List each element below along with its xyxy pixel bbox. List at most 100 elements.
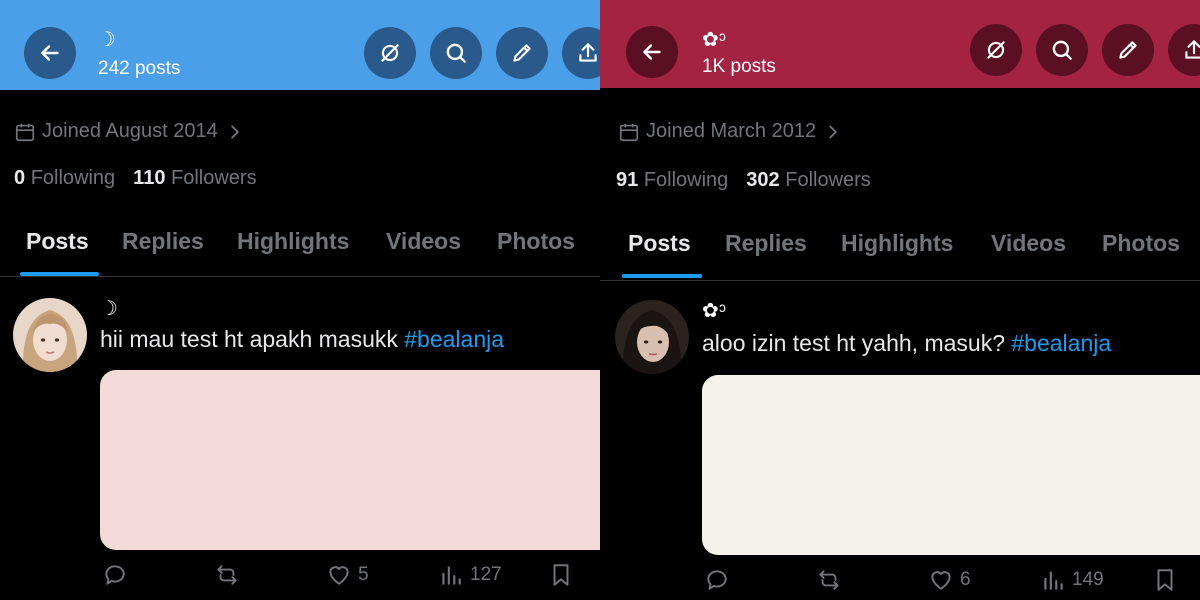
hashtag-link[interactable]: #bealanja xyxy=(1011,330,1111,356)
followers-count: 302 xyxy=(746,169,780,191)
share-icon xyxy=(1185,40,1200,59)
like-button[interactable]: 6 xyxy=(928,567,971,593)
back-button[interactable] xyxy=(626,26,678,78)
views-icon xyxy=(442,566,461,585)
profile-display-name: ☽ xyxy=(98,29,116,51)
search-button[interactable] xyxy=(430,27,482,79)
like-button[interactable]: 5 xyxy=(326,562,369,588)
tab-posts[interactable]: Posts xyxy=(628,230,691,257)
views-button[interactable]: 149 xyxy=(1040,567,1104,593)
views-button[interactable]: 127 xyxy=(438,562,502,588)
avatar[interactable] xyxy=(615,300,689,374)
reply-button[interactable] xyxy=(102,562,128,588)
avatar-image xyxy=(13,298,87,372)
followers-count: 110 xyxy=(133,167,166,189)
joined-date[interactable]: Joined August 2014 xyxy=(14,120,246,143)
reply-icon xyxy=(105,565,125,585)
reply-button[interactable] xyxy=(704,567,730,593)
calendar-icon xyxy=(619,123,639,141)
post-author[interactable]: ✿ᵓ xyxy=(702,298,726,323)
joined-label: Joined August 2014 xyxy=(42,120,218,142)
arrow-left-icon xyxy=(41,45,59,61)
grok-button[interactable] xyxy=(364,27,416,79)
repost-button[interactable] xyxy=(214,562,240,588)
pencil-icon xyxy=(513,44,531,62)
followers-link[interactable]: 302 Followers xyxy=(746,169,871,192)
bookmark-icon xyxy=(1157,569,1173,591)
share-button[interactable] xyxy=(1168,24,1200,76)
pencil-icon xyxy=(1119,41,1137,59)
heart-icon xyxy=(931,571,951,590)
search-icon xyxy=(1052,40,1072,60)
profile-tabs: Posts Replies Highlights Videos Photos xyxy=(600,220,1200,278)
tab-videos[interactable]: Videos xyxy=(991,230,1066,257)
active-tab-indicator xyxy=(622,274,702,278)
tab-replies[interactable]: Replies xyxy=(122,228,204,255)
share-button[interactable] xyxy=(562,27,600,79)
tab-highlights[interactable]: Highlights xyxy=(841,230,953,257)
comparison-screenshot: ☽ 242 posts Joined August 2014 0 Followi… xyxy=(0,0,1200,600)
like-count: 5 xyxy=(358,564,369,585)
tab-photos[interactable]: Photos xyxy=(1102,230,1180,257)
post-actions: 6 149 xyxy=(702,567,1182,599)
edit-button[interactable] xyxy=(496,27,548,79)
profile-display-name: ✿ᵓ xyxy=(702,29,726,51)
following-link[interactable]: 91 Following xyxy=(616,169,728,192)
views-icon xyxy=(1044,571,1063,590)
like-count: 6 xyxy=(960,569,971,590)
calendar-icon xyxy=(15,123,35,141)
post-author[interactable]: ☽ xyxy=(100,296,118,321)
bookmark-button[interactable] xyxy=(548,562,574,588)
post-media[interactable] xyxy=(100,370,600,550)
bookmark-icon xyxy=(553,564,569,586)
grok-icon xyxy=(987,41,1005,59)
post-text: hii mau test ht apakh masukk #bealanja xyxy=(100,326,504,353)
post-body: hii mau test ht apakh masukk xyxy=(100,326,405,352)
following-count: 91 xyxy=(616,169,639,191)
profile-panel-right: ✿ᵓ 1K posts Joined March 2012 91 Followi… xyxy=(600,0,1200,600)
post-actions: 5 127 xyxy=(100,562,580,594)
grok-icon xyxy=(381,44,399,62)
hashtag-link[interactable]: #bealanja xyxy=(404,326,504,352)
avatar[interactable] xyxy=(13,298,87,372)
post-text: aloo izin test ht yahh, masuk? #bealanja xyxy=(702,330,1111,357)
view-count: 149 xyxy=(1072,569,1104,590)
search-button[interactable] xyxy=(1036,24,1088,76)
joined-label: Joined March 2012 xyxy=(646,120,817,142)
search-icon xyxy=(446,43,466,63)
follow-stats: 91 Following 302 Followers xyxy=(616,169,871,192)
tab-photos[interactable]: Photos xyxy=(497,228,575,255)
reply-icon xyxy=(707,570,727,590)
tab-videos[interactable]: Videos xyxy=(386,228,461,255)
post-count: 242 posts xyxy=(98,58,181,79)
profile-header: ✿ᵓ 1K posts xyxy=(600,0,1200,88)
followers-label: Followers xyxy=(785,169,871,191)
repost-icon xyxy=(819,570,839,590)
repost-button[interactable] xyxy=(816,567,842,593)
divider xyxy=(0,276,600,277)
profile-tabs: Posts Replies Highlights Videos Photos xyxy=(0,218,600,276)
tab-posts[interactable]: Posts xyxy=(26,228,89,255)
joined-date[interactable]: Joined March 2012 xyxy=(618,120,844,143)
bookmark-button[interactable] xyxy=(1152,567,1178,593)
back-button[interactable] xyxy=(24,27,76,79)
post-media[interactable] xyxy=(702,375,1200,555)
divider xyxy=(600,280,1200,281)
chevron-right-icon xyxy=(231,125,239,138)
post-body: aloo izin test ht yahh, masuk? xyxy=(702,330,1012,356)
avatar-image xyxy=(615,300,689,374)
repost-icon xyxy=(217,565,237,585)
followers-link[interactable]: 110 Followers xyxy=(133,167,256,190)
profile-header: ☽ 242 posts xyxy=(0,0,600,90)
grok-button[interactable] xyxy=(970,24,1022,76)
edit-button[interactable] xyxy=(1102,24,1154,76)
follow-stats: 0 Following 110 Followers xyxy=(14,167,257,190)
post-count: 1K posts xyxy=(702,56,776,77)
tab-replies[interactable]: Replies xyxy=(725,230,807,257)
following-count: 0 xyxy=(14,167,26,189)
profile-panel-left: ☽ 242 posts Joined August 2014 0 Followi… xyxy=(0,0,600,600)
following-link[interactable]: 0 Following xyxy=(14,167,115,190)
following-label: Following xyxy=(643,169,729,191)
tab-highlights[interactable]: Highlights xyxy=(237,228,349,255)
view-count: 127 xyxy=(470,564,502,585)
